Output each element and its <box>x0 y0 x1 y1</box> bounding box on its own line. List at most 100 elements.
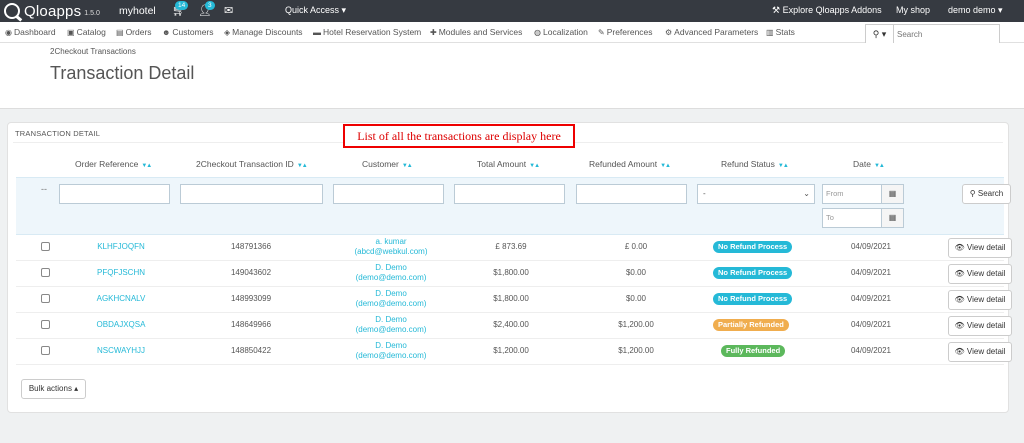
menu-customers[interactable]: ☻ Customers <box>162 27 214 37</box>
row-checkbox[interactable] <box>41 242 50 251</box>
status-badge: No Refund Process <box>713 267 793 279</box>
explore-addons-link[interactable]: ⚒︎ Explore Qloapps Addons <box>772 5 882 16</box>
sort-icon[interactable]: ▼▲ <box>402 163 413 169</box>
customer-email[interactable]: (demo@demo.com) <box>336 325 446 335</box>
filter-customer[interactable] <box>333 184 444 204</box>
transaction-id: 148850422 <box>230 346 272 355</box>
search-scope-dropdown[interactable]: ⚲ ▾ <box>866 25 894 43</box>
menu-catalog[interactable]: ▣ Catalog <box>67 27 106 37</box>
sort-icon[interactable]: ▼▲ <box>660 163 671 169</box>
col-order-reference[interactable]: Order Reference ▼▲ <box>75 159 152 169</box>
order-reference-link[interactable]: AGKHCNALV <box>86 294 156 303</box>
view-detail-button[interactable]: 👁︎ View detail <box>948 290 1012 310</box>
order-reference-link[interactable]: PFQFJSCHN <box>86 268 156 277</box>
search-input[interactable] <box>897 25 997 43</box>
filter-refund-status-select[interactable]: - ⌄ <box>697 184 815 204</box>
explore-label: Explore Qloapps Addons <box>782 5 882 15</box>
view-detail-button[interactable]: 👁︎ View detail <box>948 264 1012 284</box>
eye-icon: 👁︎ <box>954 321 967 330</box>
refunded-amount: $0.00 <box>625 268 647 277</box>
sort-icon[interactable]: ▼▲ <box>874 163 885 169</box>
customer-email[interactable]: (demo@demo.com) <box>336 273 446 283</box>
quick-access-dropdown[interactable]: Quick Access ▾ <box>285 5 346 16</box>
page-title: Transaction Detail <box>50 63 195 83</box>
top-bar: Qloapps 1.5.0 myhotel 🛒︎ 14 👤︎ 3 ✉︎ Quic… <box>0 0 1024 22</box>
menu-modules[interactable]: ✚ Modules and Services <box>430 27 522 37</box>
refunded-amount: £ 0.00 <box>624 242 648 251</box>
header-search: ⚲ ▾ <box>865 24 1000 44</box>
hotel-name-link[interactable]: myhotel <box>119 5 156 17</box>
filter-refunded-amount[interactable] <box>576 184 687 204</box>
col-total-amount[interactable]: Total Amount ▼▲ <box>477 159 540 169</box>
menu-hotel-reservation[interactable]: ▬ Hotel Reservation System <box>313 27 421 37</box>
customer-name[interactable]: D. Demo <box>336 315 446 325</box>
view-detail-button[interactable]: 👁︎ View detail <box>948 342 1012 362</box>
customer-name[interactable]: a. kumar <box>336 237 446 247</box>
menu-advanced-parameters[interactable]: ⚙ Advanced Parameters <box>665 27 758 37</box>
user-menu-dropdown[interactable]: demo demo ▾ <box>948 5 1003 16</box>
customer-email[interactable]: (demo@demo.com) <box>336 299 446 309</box>
col-refunded-amount[interactable]: Refunded Amount ▼▲ <box>589 159 671 169</box>
filter-date-from[interactable]: From ▦ <box>822 184 904 204</box>
calendar-icon[interactable]: ▦ <box>881 209 903 227</box>
menu-manage-discounts[interactable]: ◈ Manage Discounts <box>224 27 303 37</box>
menu-localization[interactable]: ◍ Localization <box>534 27 588 37</box>
filter-total-amount[interactable] <box>454 184 565 204</box>
bulk-actions-button[interactable]: Bulk actions ▴ <box>21 379 86 399</box>
addons-icon: ⚒︎ <box>772 5 783 15</box>
orders-icon: ▤ <box>116 28 124 37</box>
sort-icon[interactable]: ▼▲ <box>141 163 152 169</box>
discounts-icon: ◈ <box>224 28 231 37</box>
customer-name[interactable]: D. Demo <box>336 263 446 273</box>
filter-date-to[interactable]: To ▦ <box>822 208 904 228</box>
menu-preferences[interactable]: ✎ Preferences <box>598 27 653 37</box>
date: 04/09/2021 <box>850 294 892 303</box>
calendar-icon[interactable]: ▦ <box>881 185 903 203</box>
menu-dashboard[interactable]: ◉ Dashboard <box>5 27 56 37</box>
eye-icon: 👁︎ <box>954 243 967 252</box>
order-reference-link[interactable]: NSCWAYHJJ <box>86 346 156 355</box>
customer-name[interactable]: D. Demo <box>336 341 446 351</box>
breadcrumb[interactable]: 2Checkout Transactions <box>50 47 136 56</box>
my-shop-link[interactable]: My shop <box>896 5 930 15</box>
mail-icon[interactable]: ✉︎ <box>224 4 233 17</box>
logo-text: Qloapps <box>24 2 82 20</box>
col-date[interactable]: Date ▼▲ <box>853 159 885 169</box>
menu-orders[interactable]: ▤ Orders <box>116 27 152 37</box>
view-detail-button[interactable]: 👁︎ View detail <box>948 238 1012 258</box>
filter-search-button[interactable]: ⚲ Search <box>962 184 1011 204</box>
sort-icon[interactable]: ▼▲ <box>778 163 789 169</box>
customer-email[interactable]: (abcd@webkul.com) <box>336 247 446 257</box>
col-transaction-id[interactable]: 2Checkout Transaction ID ▼▲ <box>196 159 308 169</box>
sort-icon[interactable]: ▼▲ <box>297 163 308 169</box>
sort-icon[interactable]: ▼▲ <box>529 163 540 169</box>
status-badge: No Refund Process <box>713 241 793 253</box>
filter-order-reference[interactable] <box>59 184 170 204</box>
filter-transaction-id[interactable] <box>180 184 323 204</box>
stats-icon: ▥ <box>766 28 774 37</box>
customer-email[interactable]: (demo@demo.com) <box>336 351 446 361</box>
total-amount: £ 873.69 <box>495 242 527 251</box>
order-reference-link[interactable]: KLHFJOQFN <box>86 242 156 251</box>
refunded-amount: $1,200.00 <box>618 346 654 355</box>
col-refund-status[interactable]: Refund Status ▼▲ <box>721 159 789 169</box>
row-checkbox[interactable] <box>41 346 50 355</box>
hotel-icon: ▬ <box>313 28 321 37</box>
eye-icon: 👁︎ <box>954 295 967 304</box>
menu-stats[interactable]: ▥ Stats <box>766 27 795 37</box>
total-amount: $1,200.00 <box>493 346 529 355</box>
order-reference-link[interactable]: OBDAJXQSA <box>86 320 156 329</box>
col-customer[interactable]: Customer ▼▲ <box>362 159 413 169</box>
table-row: PFQFJSCHN 149043602 D. Demo (demo@demo.c… <box>16 261 1012 287</box>
row-checkbox[interactable] <box>41 268 50 277</box>
customer-name[interactable]: D. Demo <box>336 289 446 299</box>
row-checkbox[interactable] <box>41 320 50 329</box>
logo[interactable]: Qloapps 1.5.0 <box>4 2 100 20</box>
preferences-icon: ✎ <box>598 28 605 37</box>
customers-icon: ☻ <box>162 28 171 37</box>
transaction-id: 149043602 <box>230 268 272 277</box>
page-header: 2Checkout Transactions Transaction Detai… <box>0 43 1024 109</box>
view-detail-button[interactable]: 👁︎ View detail <box>948 316 1012 336</box>
row-checkbox[interactable] <box>41 294 50 303</box>
date: 04/09/2021 <box>850 320 892 329</box>
